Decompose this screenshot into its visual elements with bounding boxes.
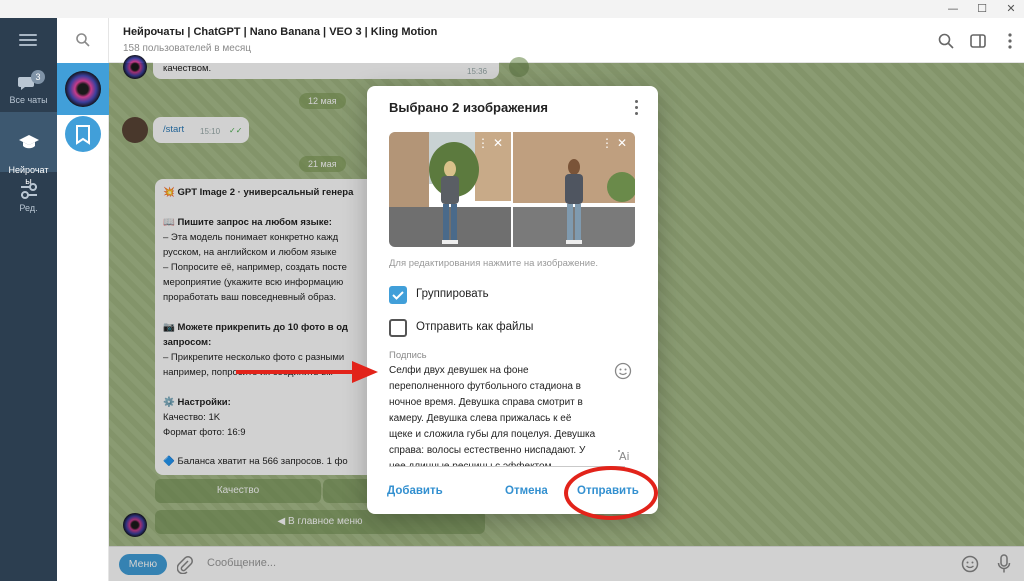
send-as-files-label[interactable]: Отправить как файлы <box>416 321 533 333</box>
remove-photo-icon[interactable]: ✕ <box>493 136 503 150</box>
group-checkbox[interactable] <box>389 286 407 304</box>
chat-item-neurochats[interactable] <box>57 63 109 115</box>
edit-hint: Для редактирования нажмите на изображени… <box>389 258 599 269</box>
add-button[interactable]: Добавить <box>387 485 443 497</box>
hamburger-menu-icon[interactable] <box>19 34 37 46</box>
folder-neurochats[interactable]: Нейрочат ы <box>0 112 57 186</box>
chat-list <box>57 18 109 581</box>
annotation-circle <box>564 466 658 520</box>
caption-line: переполненного футбольного стадиона в <box>389 381 581 392</box>
bookmark-icon <box>76 125 90 145</box>
folder-all-chats[interactable]: Все чаты 3 <box>0 70 57 116</box>
chat-title[interactable]: Нейрочаты | ChatGPT | Nano Banana | VEO … <box>123 26 437 38</box>
send-photos-dialog: Выбрано 2 изображения ⋮ ✕ ⋮ ✕ Для редакт… <box>367 86 658 514</box>
caption-line: Селфи двух девушек на фоне <box>389 365 529 376</box>
folder-label: Все чаты <box>9 95 48 105</box>
sidebar-toggle-icon[interactable] <box>969 32 987 50</box>
edit-dots-icon[interactable]: ⋮ <box>601 136 613 150</box>
check-icon <box>392 291 404 300</box>
caption-line: щеке и сложила губы для поцелуя. Девушка <box>389 429 596 440</box>
emoji-icon[interactable] <box>614 362 632 380</box>
close-window-button[interactable]: ✕ <box>998 1 1024 17</box>
remove-photo-icon[interactable]: ✕ <box>617 136 627 150</box>
unread-badge: 3 <box>31 70 45 84</box>
photo-thumbnail[interactable]: ⋮ ✕ <box>513 132 635 247</box>
svg-text:Ai: Ai <box>619 450 630 462</box>
folder-edit[interactable]: Ред. <box>0 182 57 222</box>
edit-dots-icon[interactable]: ⋮ <box>477 136 489 150</box>
send-as-files-checkbox[interactable] <box>389 319 407 337</box>
folder-label: Ред. <box>19 203 38 213</box>
search-icon[interactable] <box>937 32 955 50</box>
maximize-button[interactable]: ☐ <box>969 1 995 17</box>
caption-line: камеру. Девушка слева прижалась к её <box>389 413 572 424</box>
annotation-arrow <box>236 370 362 374</box>
more-vertical-icon[interactable] <box>1001 32 1019 50</box>
graduation-cap-icon <box>18 135 39 149</box>
group-label[interactable]: Группировать <box>416 288 489 300</box>
more-vertical-icon[interactable] <box>634 100 640 116</box>
minimize-button[interactable]: — <box>940 1 966 17</box>
person-figure <box>441 161 459 244</box>
caption-label: Подпись <box>389 350 427 361</box>
dialog-title: Выбрано 2 изображения <box>389 100 548 115</box>
person-figure <box>565 159 583 244</box>
folder-rail: Все чаты 3 Нейрочат ы Ред. <box>0 18 57 581</box>
chat-item-saved[interactable] <box>65 116 101 152</box>
caption-underline <box>389 466 625 467</box>
sliders-icon <box>20 183 37 199</box>
window-titlebar: — ☐ ✕ <box>0 0 1024 18</box>
cancel-button[interactable]: Отмена <box>505 485 548 497</box>
annotation-arrow-head <box>352 361 378 383</box>
caption-line: ночное время. Девушка справа смотрит в <box>389 397 583 408</box>
avatar <box>65 71 101 107</box>
search-icon[interactable] <box>75 32 91 48</box>
caption-line: справа: волосы естественно ниспадают. У <box>389 445 586 456</box>
photo-thumbnail[interactable]: ⋮ ✕ <box>389 132 511 247</box>
ai-tools-icon[interactable]: Ai <box>617 448 633 462</box>
